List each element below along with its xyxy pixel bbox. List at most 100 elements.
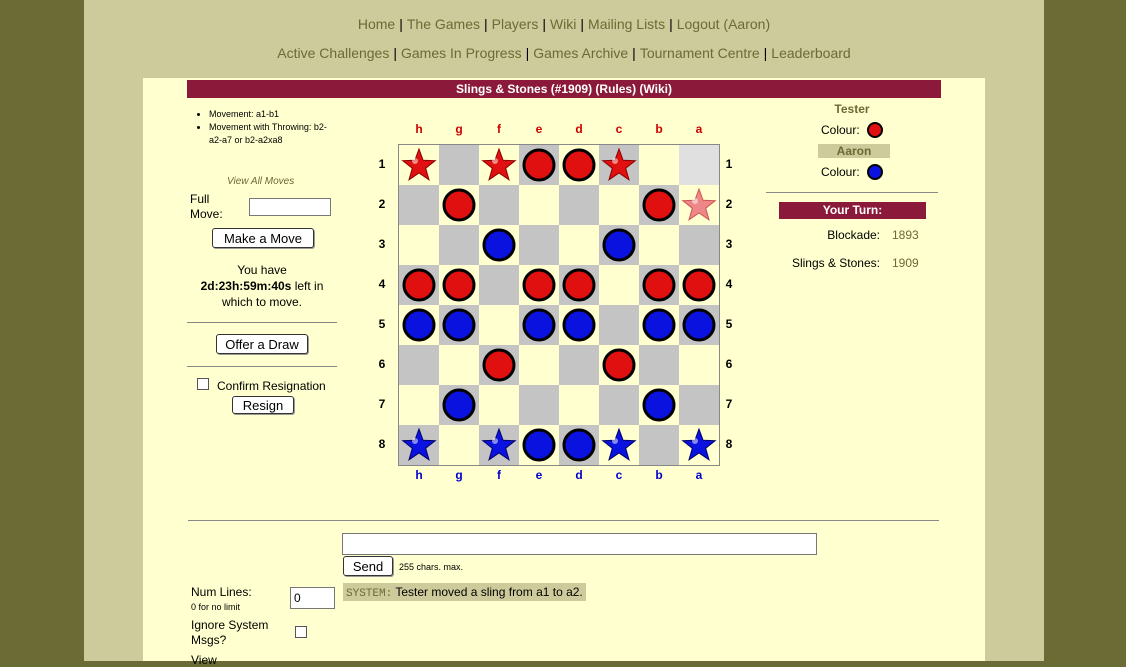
num-lines-input[interactable]: 0 xyxy=(290,587,335,609)
blue-sling-piece[interactable] xyxy=(599,425,639,465)
offer-draw-button[interactable]: Offer a Draw xyxy=(216,334,308,354)
board-square-f7[interactable] xyxy=(479,385,519,425)
board-square-g6[interactable] xyxy=(439,345,479,385)
board-square-b2[interactable] xyxy=(639,185,679,225)
resign-button[interactable]: Resign xyxy=(232,396,294,414)
red-sling-piece[interactable] xyxy=(599,145,639,185)
nav-mailing-lists-link[interactable]: Mailing Lists xyxy=(588,16,665,32)
board-square-d1[interactable] xyxy=(559,145,599,185)
blue-stone-piece[interactable] xyxy=(519,425,559,465)
nav-home-link[interactable]: Home xyxy=(358,16,395,32)
board-square-a1[interactable] xyxy=(679,145,719,185)
red-stone-piece[interactable] xyxy=(519,145,559,185)
board-square-e8[interactable] xyxy=(519,425,559,465)
player-1-name[interactable]: Tester xyxy=(816,102,888,116)
board-square-g2[interactable] xyxy=(439,185,479,225)
turn-game-name[interactable]: Slings & Stones: xyxy=(780,256,880,270)
board-square-d2[interactable] xyxy=(559,185,599,225)
red-stone-piece[interactable] xyxy=(479,345,519,385)
nav-active-challenges-link[interactable]: Active Challenges xyxy=(277,45,389,61)
blue-sling-piece[interactable] xyxy=(399,425,439,465)
red-stone-piece[interactable] xyxy=(559,265,599,305)
board-square-g1[interactable] xyxy=(439,145,479,185)
red-stone-piece[interactable] xyxy=(639,185,679,225)
board-square-c5[interactable] xyxy=(599,305,639,345)
blue-stone-piece[interactable] xyxy=(399,305,439,345)
board-square-a6[interactable] xyxy=(679,345,719,385)
blue-stone-piece[interactable] xyxy=(639,305,679,345)
board-square-b7[interactable] xyxy=(639,385,679,425)
board-square-h4[interactable] xyxy=(399,265,439,305)
board-square-b1[interactable] xyxy=(639,145,679,185)
board-square-a5[interactable] xyxy=(679,305,719,345)
board-square-f2[interactable] xyxy=(479,185,519,225)
board-square-h1[interactable] xyxy=(399,145,439,185)
board-square-c3[interactable] xyxy=(599,225,639,265)
board-square-a4[interactable] xyxy=(679,265,719,305)
board-square-c1[interactable] xyxy=(599,145,639,185)
board-square-a7[interactable] xyxy=(679,385,719,425)
turn-game-id[interactable]: 1909 xyxy=(892,256,919,270)
board-square-h3[interactable] xyxy=(399,225,439,265)
board-square-d8[interactable] xyxy=(559,425,599,465)
blue-stone-piece[interactable] xyxy=(439,305,479,345)
red-stone-piece[interactable] xyxy=(679,265,719,305)
board-square-c6[interactable] xyxy=(599,345,639,385)
blue-stone-piece[interactable] xyxy=(599,225,639,265)
full-move-input[interactable] xyxy=(249,198,331,216)
red-stone-piece[interactable] xyxy=(439,265,479,305)
board-square-d3[interactable] xyxy=(559,225,599,265)
board-square-e5[interactable] xyxy=(519,305,559,345)
board-square-e6[interactable] xyxy=(519,345,559,385)
red-stone-piece[interactable] xyxy=(439,185,479,225)
turn-game-id[interactable]: 1893 xyxy=(892,228,919,242)
board-square-b3[interactable] xyxy=(639,225,679,265)
blue-sling-piece[interactable] xyxy=(479,425,519,465)
board-square-h8[interactable] xyxy=(399,425,439,465)
send-button[interactable]: Send xyxy=(343,556,393,576)
board-square-d4[interactable] xyxy=(559,265,599,305)
player-2-name[interactable]: Aaron xyxy=(818,144,890,158)
board-square-h5[interactable] xyxy=(399,305,439,345)
ignore-system-checkbox[interactable] xyxy=(295,626,307,638)
board-square-c7[interactable] xyxy=(599,385,639,425)
chat-input[interactable] xyxy=(342,533,817,555)
board-square-f4[interactable] xyxy=(479,265,519,305)
red-stone-piece[interactable] xyxy=(399,265,439,305)
board-square-h2[interactable] xyxy=(399,185,439,225)
board-square-f3[interactable] xyxy=(479,225,519,265)
nav-logout-link[interactable]: Logout (Aaron) xyxy=(677,16,770,32)
nav-games-in-progress-link[interactable]: Games In Progress xyxy=(401,45,522,61)
red-sling-piece[interactable] xyxy=(679,185,719,225)
board-square-g3[interactable] xyxy=(439,225,479,265)
board-square-b4[interactable] xyxy=(639,265,679,305)
blue-stone-piece[interactable] xyxy=(479,225,519,265)
blue-stone-piece[interactable] xyxy=(519,305,559,345)
board-square-e3[interactable] xyxy=(519,225,559,265)
red-stone-piece[interactable] xyxy=(519,265,559,305)
board-square-h7[interactable] xyxy=(399,385,439,425)
nav-games-link[interactable]: The Games xyxy=(407,16,480,32)
board-square-f1[interactable] xyxy=(479,145,519,185)
make-move-button[interactable]: Make a Move xyxy=(212,228,314,248)
red-sling-piece[interactable] xyxy=(399,145,439,185)
board-square-b5[interactable] xyxy=(639,305,679,345)
red-sling-piece[interactable] xyxy=(479,145,519,185)
red-stone-piece[interactable] xyxy=(559,145,599,185)
board-square-d6[interactable] xyxy=(559,345,599,385)
turn-game-name[interactable]: Blockade: xyxy=(780,228,880,242)
board-square-e2[interactable] xyxy=(519,185,559,225)
board-square-c2[interactable] xyxy=(599,185,639,225)
board-square-b8[interactable] xyxy=(639,425,679,465)
blue-stone-piece[interactable] xyxy=(559,305,599,345)
blue-stone-piece[interactable] xyxy=(439,385,479,425)
board-square-b6[interactable] xyxy=(639,345,679,385)
game-title[interactable]: Slings & Stones (#1909) (Rules) (Wiki) xyxy=(187,80,941,98)
nav-wiki-link[interactable]: Wiki xyxy=(550,16,576,32)
board-square-f6[interactable] xyxy=(479,345,519,385)
nav-tournament-centre-link[interactable]: Tournament Centre xyxy=(640,45,760,61)
board-square-a8[interactable] xyxy=(679,425,719,465)
board-square-h6[interactable] xyxy=(399,345,439,385)
nav-games-archive-link[interactable]: Games Archive xyxy=(533,45,628,61)
board-square-c8[interactable] xyxy=(599,425,639,465)
